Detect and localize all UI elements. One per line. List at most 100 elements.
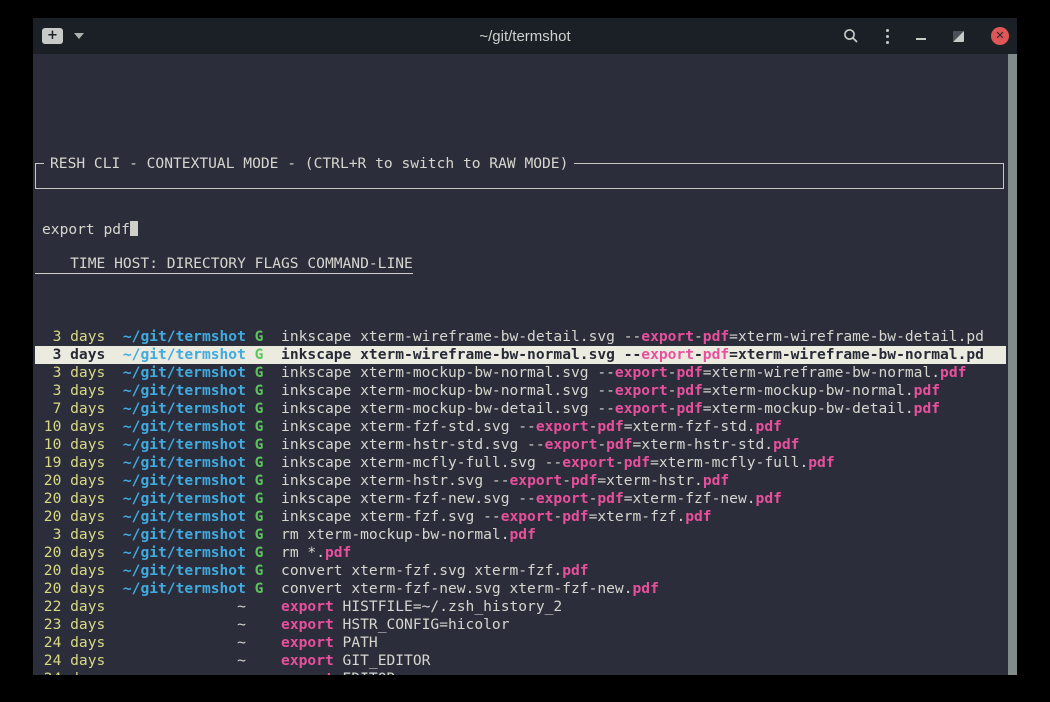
terminal-text-area: RESH CLI - CONTEXTUAL MODE - (CTRL+R to … [35,95,1006,675]
history-row[interactable]: 20 days ~/git/termshot G convert xterm-f… [35,580,1006,598]
titlebar: + ~/git/termshot ✕ [33,18,1017,54]
row-directory: ~/git/termshot [123,508,246,525]
row-directory: ~/git/termshot [123,382,246,399]
search-icon[interactable] [843,28,859,44]
row-flags: G [246,562,281,579]
row-directory: ~ [237,634,246,651]
row-time: 23 days [35,616,105,633]
new-tab-icon: + [47,29,58,43]
history-row[interactable]: 19 days ~/git/termshot G inkscape xterm-… [35,454,1006,472]
history-row[interactable]: 3 days ~/git/termshot G inkscape xterm-m… [35,382,1006,400]
row-flags: G [246,364,281,381]
row-time: 20 days [35,490,105,507]
row-directory: ~/git/termshot [123,472,246,489]
row-flags: G [246,346,281,363]
row-time: 20 days [35,508,105,525]
row-time: 24 days [35,634,105,651]
row-directory: ~/git/termshot [123,454,246,471]
row-flags: G [246,580,281,597]
row-directory: ~/git/termshot [123,580,246,597]
history-row[interactable]: 20 days ~/git/termshot G inkscape xterm-… [35,490,1006,508]
row-flags [246,634,281,651]
row-time: 24 days [35,652,105,669]
search-input[interactable]: export pdf [42,221,997,239]
row-directory: ~/git/termshot [123,418,246,435]
history-row[interactable]: 10 days ~/git/termshot G inkscape xterm-… [35,436,1006,454]
row-time: 20 days [35,472,105,489]
row-time: 20 days [35,562,105,579]
row-time: 3 days [35,526,105,543]
screen: + ~/git/termshot ✕ [0,0,1050,702]
history-list: 3 days ~/git/termshot G inkscape xterm-w… [35,328,1006,675]
row-directory: ~/git/termshot [123,490,246,507]
search-box-title: RESH CLI - CONTEXTUAL MODE - (CTRL+R to … [44,155,574,173]
row-flags: G [246,418,281,435]
row-time: 10 days [35,418,105,435]
row-directory: ~/git/termshot [123,436,246,453]
row-directory: ~/git/termshot [123,562,246,579]
history-row[interactable]: 24 days ~ export EDITOR [35,670,1006,675]
menu-kebab-icon[interactable] [886,29,889,44]
history-row[interactable]: 20 days ~/git/termshot G inkscape xterm-… [35,472,1006,490]
row-flags [246,598,281,615]
row-directory: ~/git/termshot [123,544,246,561]
history-row[interactable]: 24 days ~ export PATH [35,634,1006,652]
row-time: 22 days [35,598,105,615]
history-row-selected[interactable]: 3 days ~/git/termshot G inkscape xterm-w… [35,346,1006,364]
row-flags: G [246,400,281,417]
row-flags: G [246,526,281,543]
row-time: 19 days [35,454,105,471]
titlebar-left: + [33,28,84,44]
row-flags [246,652,281,669]
row-time: 3 days [35,382,105,399]
row-time: 3 days [35,346,105,363]
row-time: 7 days [35,400,105,417]
row-directory: ~/git/termshot [123,364,246,381]
restore-icon[interactable] [953,31,964,42]
row-flags [246,670,281,675]
history-row[interactable]: 7 days ~/git/termshot G inkscape xterm-m… [35,400,1006,418]
terminal-content: RESH CLI - CONTEXTUAL MODE - (CTRL+R to … [33,54,1017,675]
history-row[interactable]: 3 days ~/git/termshot G inkscape xterm-w… [35,328,1006,346]
tab-dropdown-caret-icon[interactable] [74,33,84,39]
history-row[interactable]: 22 days ~ export HISTFILE=~/.zsh_history… [35,598,1006,616]
row-directory: ~ [237,616,246,633]
row-flags: G [246,508,281,525]
row-flags: G [246,472,281,489]
row-directory: ~/git/termshot [123,346,246,363]
row-directory: ~/git/termshot [123,526,246,543]
row-directory: ~ [237,670,246,675]
new-tab-button[interactable]: + [42,28,63,44]
row-directory: ~/git/termshot [123,328,246,345]
row-directory: ~/git/termshot [123,400,246,417]
row-time: 10 days [35,436,105,453]
row-time: 20 days [35,580,105,597]
history-row[interactable]: 3 days ~/git/termshot G rm xterm-mockup-… [35,526,1006,544]
row-flags: G [246,382,281,399]
row-flags: G [246,454,281,471]
row-time: 24 days [35,670,105,675]
row-time: 20 days [35,544,105,561]
row-time: 3 days [35,328,105,345]
scrollbar[interactable] [1008,54,1017,675]
row-time: 3 days [35,364,105,381]
history-row[interactable]: 20 days ~/git/termshot G rm *.pdf [35,544,1006,562]
terminal-window: + ~/git/termshot ✕ [33,18,1017,675]
history-row[interactable]: 23 days ~ export HSTR_CONFIG=hicolor [35,616,1006,634]
row-directory: ~ [237,652,246,669]
history-row[interactable]: 20 days ~/git/termshot G convert xterm-f… [35,562,1006,580]
history-row[interactable]: 3 days ~/git/termshot G inkscape xterm-m… [35,364,1006,382]
text-cursor [130,221,138,236]
row-flags [246,616,281,633]
row-flags: G [246,328,281,345]
minimize-icon[interactable] [916,38,926,40]
history-row[interactable]: 20 days ~/git/termshot G inkscape xterm-… [35,508,1006,526]
close-icon[interactable]: ✕ [991,27,1009,45]
history-row[interactable]: 10 days ~/git/termshot G inkscape xterm-… [35,418,1006,436]
row-flags: G [246,490,281,507]
titlebar-right: ✕ [843,27,1017,45]
search-box: RESH CLI - CONTEXTUAL MODE - (CTRL+R to … [35,163,1004,189]
row-directory: ~ [237,598,246,615]
search-query: export pdf [42,221,130,238]
history-row[interactable]: 24 days ~ export GIT_EDITOR [35,652,1006,670]
